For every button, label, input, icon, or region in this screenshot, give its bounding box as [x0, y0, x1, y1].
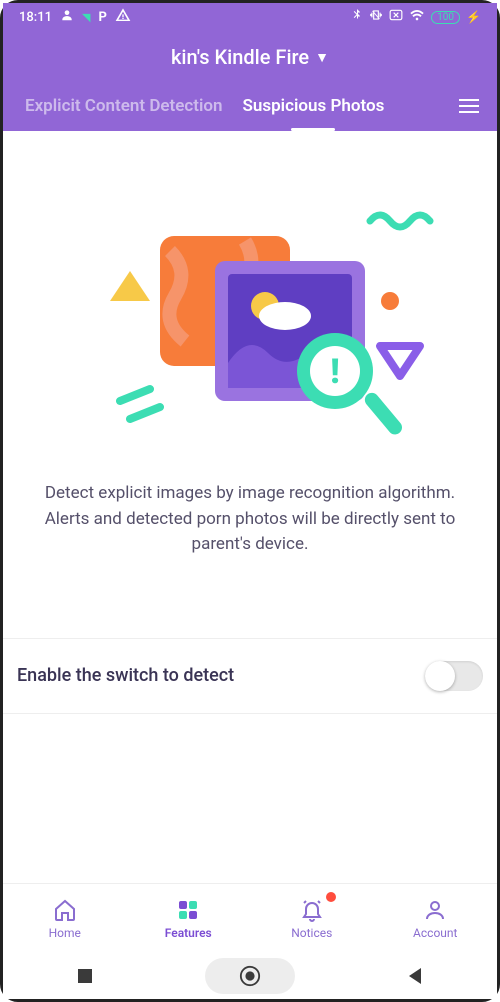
- sys-back-button[interactable]: [370, 958, 460, 994]
- nav-notices[interactable]: Notices: [250, 884, 374, 953]
- main-content: ! Detect explicit images by image recogn…: [3, 131, 497, 578]
- home-icon: [52, 897, 78, 923]
- status-time: 18:11: [19, 10, 52, 25]
- close-box-icon: [389, 9, 403, 25]
- bell-icon: [299, 897, 325, 923]
- enable-detect-switch[interactable]: [425, 661, 483, 691]
- svg-text:!: !: [330, 352, 339, 392]
- features-icon: [175, 897, 201, 923]
- feature-description: Detect explicit images by image recognit…: [33, 481, 467, 558]
- nav-account[interactable]: Account: [374, 884, 498, 953]
- sys-home-button[interactable]: [205, 958, 295, 994]
- profile-icon: [60, 8, 74, 26]
- app-header: kin's Kindle Fire ▼ Explicit Content Det…: [3, 31, 497, 131]
- warning-icon: [115, 7, 131, 27]
- notification-badge: [326, 892, 336, 902]
- chevron-down-icon: ▼: [315, 49, 329, 66]
- battery-icon: 100: [431, 11, 460, 24]
- tab-explicit-content[interactable]: Explicit Content Detection: [15, 81, 233, 131]
- account-icon: [422, 897, 448, 923]
- tab-suspicious-photos[interactable]: Suspicious Photos: [233, 81, 395, 131]
- device-selector[interactable]: kin's Kindle Fire ▼: [3, 41, 497, 81]
- system-nav: [3, 953, 497, 999]
- p-icon: P: [98, 10, 106, 25]
- charging-icon: ⚡: [466, 10, 481, 24]
- sys-recent-button[interactable]: [40, 958, 130, 994]
- enable-detect-row: Enable the switch to detect: [3, 638, 497, 714]
- illustration: !: [33, 171, 467, 471]
- notification-icon: ◥: [82, 11, 90, 24]
- vibrate-icon: [369, 8, 383, 26]
- device-title: kin's Kindle Fire: [171, 45, 309, 69]
- nav-home[interactable]: Home: [3, 884, 127, 953]
- bluetooth-icon: [351, 8, 363, 26]
- status-bar: 18:11 ◥ P 100 ⚡: [3, 3, 497, 31]
- tab-bar: Explicit Content Detection Suspicious Ph…: [3, 81, 497, 131]
- wifi-icon: [409, 8, 425, 26]
- menu-icon[interactable]: [453, 95, 485, 117]
- enable-detect-label: Enable the switch to detect: [17, 665, 234, 686]
- switch-knob: [425, 661, 455, 691]
- bottom-nav: Home Features Notices Account: [3, 883, 497, 953]
- nav-features[interactable]: Features: [127, 884, 251, 953]
